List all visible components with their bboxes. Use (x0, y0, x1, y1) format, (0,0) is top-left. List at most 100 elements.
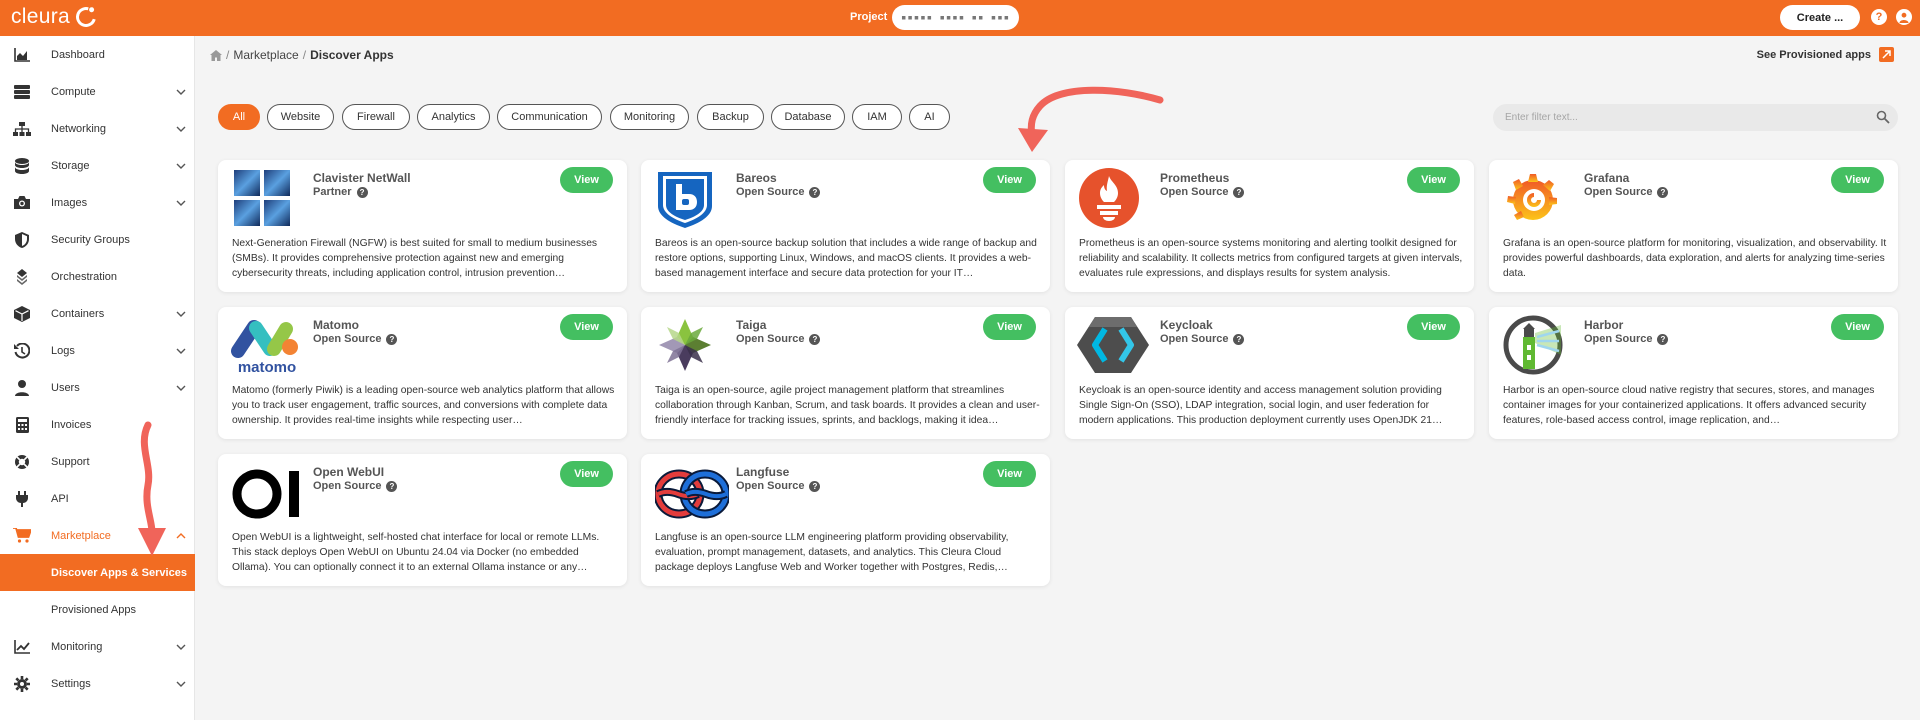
sidebar-item-marketplace[interactable]: Marketplace (0, 517, 195, 554)
help-icon[interactable]: ? (809, 480, 821, 492)
plug-icon (13, 490, 31, 508)
project-value: ▪▪▪▪▪ ▪▪▪▪ ▪▪ ▪▪▪ (900, 12, 1011, 23)
view-button[interactable]: View (983, 314, 1036, 340)
app-card-taiga[interactable]: Taiga Open Source? View Taiga is an open… (641, 307, 1050, 439)
sidebar-item-dashboard[interactable]: Dashboard (0, 36, 195, 73)
chevron-down-icon[interactable] (175, 86, 187, 98)
create-button[interactable]: Create ... (1780, 5, 1860, 30)
open-webui-logo-icon (232, 462, 306, 522)
sidebar-item-label: Dashboard (51, 48, 105, 61)
app-card-matomo[interactable]: matomo Matomo Open Source? View Matomo (… (218, 307, 627, 439)
sidebar-item-label: Settings (51, 677, 91, 690)
app-card-open-webui[interactable]: Open WebUI Open Source? View Open WebUI … (218, 454, 627, 586)
sidebar-item-storage[interactable]: Storage (0, 147, 195, 184)
app-card-clavister[interactable]: Clavister NetWall Partner? View Next-Gen… (218, 160, 627, 292)
sidebar-item-containers[interactable]: Containers (0, 295, 195, 332)
filter-iam[interactable]: IAM (852, 104, 902, 130)
app-description: Grafana is an open-source platform for m… (1503, 238, 1887, 279)
see-provisioned-label: See Provisioned apps (1756, 48, 1871, 61)
sidebar-item-orchestration[interactable]: Orchestration (0, 258, 195, 295)
help-icon[interactable]: ? (1233, 186, 1245, 198)
question-circle-icon[interactable]: ? (1871, 9, 1887, 25)
sidebar-item-security-groups[interactable]: Security Groups (0, 221, 195, 258)
help-icon[interactable]: ? (809, 333, 821, 345)
view-button[interactable]: View (560, 167, 613, 193)
app-license-tag: Open Source? (1584, 186, 1669, 198)
sidebar-item-support[interactable]: Support (0, 443, 195, 480)
help-icon[interactable]: ? (809, 186, 821, 198)
app-name: Keycloak (1160, 318, 1213, 332)
filter-website[interactable]: Website (267, 104, 334, 130)
chevron-down-icon[interactable] (175, 308, 187, 320)
view-button[interactable]: View (1407, 314, 1460, 340)
app-name: Bareos (736, 171, 777, 185)
filter-database[interactable]: Database (771, 104, 845, 130)
sidebar-item-invoices[interactable]: Invoices (0, 406, 195, 443)
chevron-down-icon[interactable] (175, 382, 187, 394)
chevron-up-icon[interactable] (175, 530, 187, 542)
view-button[interactable]: View (983, 167, 1036, 193)
sidebar-item-networking[interactable]: Networking (0, 110, 195, 147)
filter-ai[interactable]: AI (909, 104, 950, 130)
app-card-bareos[interactable]: Bareos Open Source? View Bareos is an op… (641, 160, 1050, 292)
chevron-down-icon[interactable] (175, 345, 187, 357)
help-icon[interactable]: ? (386, 480, 398, 492)
search-icon[interactable] (1876, 110, 1890, 124)
app-card-harbor[interactable]: Harbor Open Source? View Harbor is an op… (1489, 307, 1898, 439)
help-icon[interactable]: ? (1657, 333, 1669, 345)
sidebar-subitem-discover-apps[interactable]: Discover Apps & Services (0, 554, 195, 591)
camera-icon (13, 194, 31, 212)
app-name: Taiga (736, 318, 767, 332)
filter-monitoring[interactable]: Monitoring (610, 104, 689, 130)
view-button[interactable]: View (1407, 167, 1460, 193)
filter-backup[interactable]: Backup (697, 104, 764, 130)
matomo-logo-icon: matomo (230, 315, 304, 376)
sidebar-item-users[interactable]: Users (0, 369, 195, 406)
app-card-langfuse[interactable]: Langfuse Open Source? View Langfuse is a… (641, 454, 1050, 586)
filter-firewall[interactable]: Firewall (342, 104, 410, 130)
view-button[interactable]: View (560, 461, 613, 487)
help-icon[interactable]: ? (356, 186, 368, 198)
chevron-down-icon[interactable] (175, 160, 187, 172)
app-license-label: Open Source (1160, 333, 1229, 345)
app-description: Taiga is an open-source, agile project m… (655, 385, 1040, 426)
project-selector[interactable]: ▪▪▪▪▪ ▪▪▪▪ ▪▪ ▪▪▪ (892, 5, 1019, 30)
lifebuoy-icon (13, 453, 31, 471)
help-icon[interactable]: ? (1233, 333, 1245, 345)
sidebar-item-api[interactable]: API (0, 480, 195, 517)
sidebar-item-monitoring[interactable]: Monitoring (0, 628, 195, 665)
sidebar-item-label: Security Groups (51, 233, 130, 246)
shield-icon (13, 231, 31, 249)
view-button[interactable]: View (1831, 167, 1884, 193)
app-card-prometheus[interactable]: Prometheus Open Source? View Prometheus … (1065, 160, 1474, 292)
app-card-keycloak[interactable]: Keycloak Open Source? View Keycloak is a… (1065, 307, 1474, 439)
chevron-down-icon[interactable] (175, 678, 187, 690)
search-input[interactable] (1493, 104, 1898, 131)
filter-analytics[interactable]: Analytics (417, 104, 490, 130)
breadcrumb-marketplace[interactable]: Marketplace (233, 48, 298, 62)
app-license-tag: Open Source? (736, 333, 821, 345)
help-icon[interactable]: ? (1657, 186, 1669, 198)
top-bar: cleura Project ▪▪▪▪▪ ▪▪▪▪ ▪▪ ▪▪▪ Create … (0, 0, 1920, 36)
help-icon[interactable]: ? (386, 333, 398, 345)
home-icon[interactable] (210, 49, 222, 61)
view-button[interactable]: View (560, 314, 613, 340)
filter-communication[interactable]: Communication (497, 104, 602, 130)
app-license-label: Open Source (1584, 186, 1653, 198)
annotation-arrow-icon (1018, 86, 1164, 152)
view-button[interactable]: View (1831, 314, 1884, 340)
chevron-down-icon[interactable] (175, 123, 187, 135)
user-circle-icon[interactable] (1896, 9, 1912, 25)
filter-all[interactable]: All (218, 104, 260, 130)
chevron-down-icon[interactable] (175, 197, 187, 209)
view-button[interactable]: View (983, 461, 1036, 487)
sidebar-subitem-provisioned-apps[interactable]: Provisioned Apps (0, 591, 195, 628)
sidebar-item-images[interactable]: Images (0, 184, 195, 221)
app-card-grafana[interactable]: Grafana Open Source? View Grafana is an … (1489, 160, 1898, 292)
sidebar-item-settings[interactable]: Settings (0, 665, 195, 702)
sidebar-item-compute[interactable]: Compute (0, 73, 195, 110)
see-provisioned-apps-link[interactable]: See Provisioned apps (1757, 47, 1894, 62)
cleura-logo[interactable]: cleura (11, 3, 100, 31)
chevron-down-icon[interactable] (175, 641, 187, 653)
sidebar-item-logs[interactable]: Logs (0, 332, 195, 369)
